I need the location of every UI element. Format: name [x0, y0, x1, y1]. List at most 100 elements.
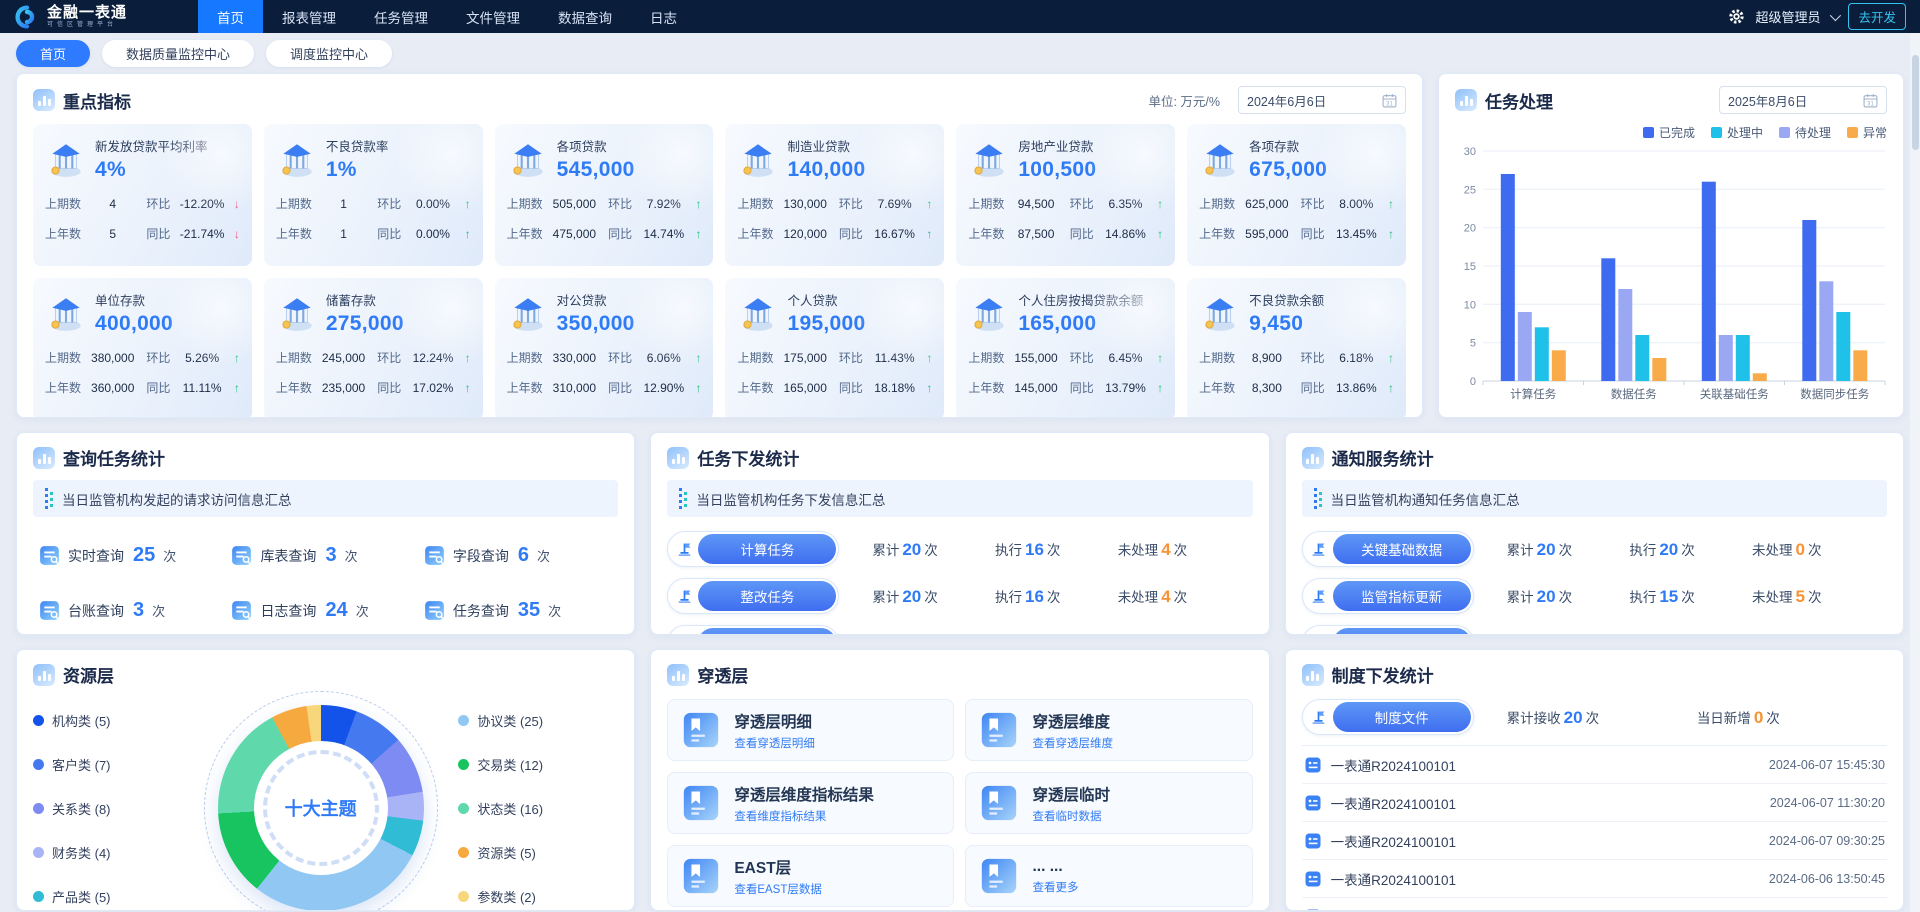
legend-swatch-icon — [1711, 127, 1722, 138]
metric-value: 400,000 — [95, 312, 173, 336]
pierce-card-title: 穿透层明细 — [734, 710, 815, 732]
dispatch-row: 待处理通知 累计20次 执行9次 未处理11次 — [1302, 625, 1887, 635]
task-pill-button[interactable]: 待处理通知 — [1302, 625, 1474, 635]
panel-title: 查询任务统计 — [63, 445, 165, 470]
legend-item[interactable]: 处理中 — [1711, 124, 1763, 141]
bank-icon — [1199, 138, 1241, 180]
pierce-card-link[interactable]: 查看穿透层明细 — [734, 735, 815, 751]
pierce-card[interactable]: 穿透层维度 查看穿透层维度 — [965, 699, 1252, 761]
top-navbar: 金融一表通 可信区管理平台 首页报表管理任务管理文件管理数据查询日志 超级管理员… — [0, 0, 1920, 33]
task-pill-button[interactable]: 计算任务 — [667, 531, 839, 567]
bookmark-doc-icon — [680, 709, 722, 751]
metric-prev-row: 上期数330,000环比6.06%↑ — [507, 349, 702, 366]
bank-icon — [276, 292, 318, 334]
query-doc-icon — [422, 598, 447, 623]
chart-legend: 已完成处理中待处理异常 — [1455, 124, 1887, 141]
scrollbar-track[interactable] — [1910, 33, 1920, 912]
pierce-card-link[interactable]: 查看更多 — [1032, 879, 1078, 895]
tab[interactable]: 首页 — [16, 40, 90, 67]
file-doc-icon — [1304, 756, 1322, 774]
pierce-card-title: 穿透层临时 — [1032, 783, 1110, 805]
policy-file-pill[interactable]: 制度文件 — [1302, 699, 1474, 735]
metric-title: 对公贷款 — [557, 290, 635, 309]
nav-item[interactable]: 数据查询 — [539, 0, 631, 33]
scrollbar-thumb[interactable] — [1912, 55, 1919, 150]
bank-icon — [737, 292, 779, 334]
svg-text:20: 20 — [1464, 223, 1476, 235]
pierce-card-link[interactable]: 查看维度指标结果 — [734, 808, 874, 824]
query-label: 日志查询 — [260, 601, 316, 621]
pierce-card[interactable]: 穿透层临时 查看临时数据 — [965, 772, 1252, 834]
legend-dot-icon — [33, 759, 44, 770]
dispatch-row-list: 计算任务 累计20次 执行16次 未处理4次 整改任务 累计20次 执行16次 … — [667, 531, 1252, 635]
task-pill-button[interactable]: 关键基础任务 — [667, 625, 839, 635]
metric-year-row: 上年数235,000同比17.02%↑ — [276, 379, 471, 396]
nav-item[interactable]: 文件管理 — [447, 0, 539, 33]
pierce-card[interactable]: EAST层 查看EAST层数据 — [667, 845, 954, 907]
task-pill-button[interactable]: 监管指标更新 — [1302, 578, 1474, 614]
exec-stat: 执行9次 — [1629, 633, 1752, 636]
donut-legend-left: 机构类 (5) 客户类 (7) 关系类 (8) 财务类 (4) 产品类 (5) — [33, 711, 183, 906]
nav-item[interactable]: 日志 — [631, 0, 696, 33]
query-label: 任务查询 — [453, 601, 509, 621]
legend-item[interactable]: 已完成 — [1643, 124, 1695, 141]
panel-title: 制度下发统计 — [1332, 662, 1434, 687]
metric-year-row: 上年数87,500同比14.86%↑ — [968, 225, 1163, 242]
pierce-card-link[interactable]: 查看穿透层维度 — [1032, 735, 1113, 751]
donut-legend-item: 状态类 (16) — [458, 799, 618, 818]
bank-icon — [968, 292, 1010, 334]
user-menu[interactable]: 超级管理员 — [1755, 7, 1820, 26]
pierce-card[interactable]: 穿透层维度指标结果 查看维度指标结果 — [667, 772, 954, 834]
metrics-date-picker[interactable]: 2024年6月6日 31 — [1238, 86, 1406, 114]
policy-file-row[interactable]: 一表通R2024100101 2024-06-07 15:45:30 — [1302, 746, 1887, 784]
metric-value: 350,000 — [557, 312, 635, 336]
pierce-card-link[interactable]: 查看临时数据 — [1032, 808, 1110, 824]
nav-item[interactable]: 任务管理 — [355, 0, 447, 33]
file-name: 一表通R2024100101 — [1331, 869, 1760, 889]
bank-icon — [45, 292, 87, 334]
svg-text:30: 30 — [1464, 146, 1476, 158]
task-pill-button[interactable]: 整改任务 — [667, 578, 839, 614]
policy-file-row[interactable]: 一表通R2024100101 2024-06-06 10:25:50 — [1302, 898, 1887, 911]
metric-card: 储蓄存款 275,000 上期数245,000环比12.24%↑ 上年数235,… — [264, 278, 483, 418]
tab-bar: 首页数据质量监控中心调度监控中心 — [0, 33, 1920, 73]
policy-file-row[interactable]: 一表通R2024100101 2024-06-07 11:30:20 — [1302, 784, 1887, 822]
task-pill-button[interactable]: 关键基础数据 — [1302, 531, 1474, 567]
podium-icon — [670, 535, 698, 563]
metric-prev-row: 上期数380,000环比5.26%↑ — [45, 349, 240, 366]
metric-value: 675,000 — [1249, 158, 1327, 182]
nav-item[interactable]: 首页 — [198, 0, 263, 33]
nav-item[interactable]: 报表管理 — [263, 0, 355, 33]
panel-pierce-layer: 穿透层 穿透层明细 查看穿透层明细 穿透层维度 查看 — [650, 649, 1269, 911]
chevron-down-icon[interactable] — [1830, 9, 1841, 20]
query-label: 字段查询 — [453, 546, 509, 566]
policy-file-row[interactable]: 一表通R2024100101 2024-06-06 13:50:45 — [1302, 860, 1887, 898]
legend-item[interactable]: 待处理 — [1779, 124, 1831, 141]
query-stat-item: 台账查询 3 次 — [37, 598, 229, 623]
metric-year-row: 上年数145,000同比13.79%↑ — [968, 379, 1163, 396]
metric-card: 各项贷款 545,000 上期数505,000环比7.92%↑ 上年数475,0… — [495, 124, 714, 266]
notify-row-list: 关键基础数据 累计20次 执行20次 未处理0次 监管指标更新 累计20次 执行… — [1302, 531, 1887, 635]
legend-item[interactable]: 异常 — [1847, 124, 1887, 141]
pierce-card[interactable]: ... ... 查看更多 — [965, 845, 1252, 907]
metric-value: 165,000 — [1018, 312, 1143, 336]
podium-icon — [670, 629, 698, 635]
query-doc-icon — [37, 598, 62, 623]
pierce-card-link[interactable]: 查看EAST层数据 — [734, 881, 822, 897]
query-count: 3 — [325, 544, 336, 567]
tab[interactable]: 调度监控中心 — [266, 40, 392, 67]
task-date-picker[interactable]: 2025年8月6日 31 — [1719, 86, 1887, 114]
pierce-card-title: 穿透层维度指标结果 — [734, 783, 874, 805]
legend-label: 产品类 (5) — [52, 887, 111, 906]
metric-value: 275,000 — [326, 312, 404, 336]
policy-file-row[interactable]: 一表通R2024100101 2024-06-07 09:30:25 — [1302, 822, 1887, 860]
query-doc-icon — [37, 543, 62, 568]
panel-title: 通知服务统计 — [1332, 445, 1434, 470]
go-develop-button[interactable]: 去开发 — [1848, 3, 1906, 30]
gear-icon[interactable] — [1728, 8, 1745, 25]
query-label: 台账查询 — [68, 601, 124, 621]
legend-dot-icon — [458, 891, 469, 902]
tab[interactable]: 数据质量监控中心 — [102, 40, 254, 67]
exec-stat: 执行16次 — [995, 539, 1118, 560]
pierce-card[interactable]: 穿透层明细 查看穿透层明细 — [667, 699, 954, 761]
